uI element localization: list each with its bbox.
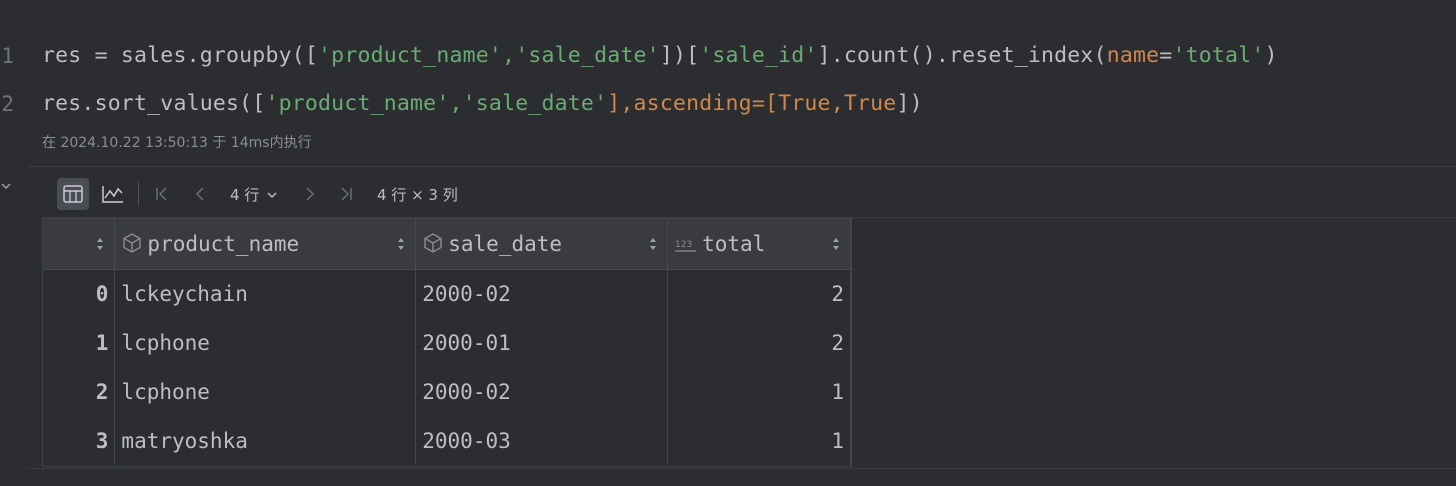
chevron-down-icon [1, 183, 11, 190]
column-header-label: product_name [147, 231, 300, 256]
column-header-total[interactable]: 123 total [667, 219, 851, 270]
sort-icon[interactable] [649, 236, 657, 252]
code-keyword: True [778, 91, 831, 116]
chevron-down-icon [267, 192, 277, 199]
last-page-icon [341, 187, 352, 201]
sort-icon[interactable] [832, 236, 840, 252]
toolbar-divider [138, 182, 139, 206]
column-header-index[interactable] [43, 219, 116, 270]
sort-icon[interactable] [397, 236, 405, 252]
column-header-product-name[interactable]: product_name [114, 219, 417, 270]
code-keyword-arg: ascending [633, 91, 752, 116]
table-shape-label: 4 行 × 3 列 [377, 186, 458, 204]
code-string: 'product_name' [265, 91, 450, 116]
cell-product-name[interactable]: lckeychain [114, 269, 417, 318]
cell-total[interactable]: 2 [667, 318, 851, 367]
output-bottom-border [28, 468, 1456, 486]
cell-product-name[interactable]: lcphone [114, 318, 417, 367]
chart-view-button[interactable] [97, 178, 129, 210]
code-string: 'product_name' [318, 43, 503, 68]
rows-per-page-select[interactable]: 4 行 [230, 184, 278, 205]
row-index: 3 [43, 416, 116, 465]
cell-sale-date[interactable]: 2000-03 [415, 416, 669, 465]
code-keyword-arg: name [1106, 43, 1160, 68]
code-line-2[interactable]: res.sort_values(['product_name','sale_da… [42, 91, 923, 116]
cube-icon [123, 232, 142, 253]
code-token: res = sales.groupby([ [42, 43, 319, 68]
prev-page-icon [195, 187, 204, 201]
cell-sale-date[interactable]: 2000-01 [415, 318, 669, 367]
editor-gutter [0, 0, 28, 486]
code-token: ])[ [659, 43, 700, 68]
code-keyword: True [843, 91, 897, 116]
chart-view-icon [102, 186, 123, 203]
code-string: 'sale_id' [699, 43, 818, 68]
output-toolbar: 4 行 4 行 × 3 列 [42, 170, 1456, 218]
collapse-output-toggle[interactable] [0, 180, 14, 194]
dataframe-table: product_name sale_date 123 total 0 lckey… [43, 219, 851, 465]
first-page-button[interactable] [152, 182, 172, 206]
table-row[interactable]: 1 lcphone 2000-01 2 [43, 318, 851, 367]
next-page-icon [306, 187, 315, 201]
last-page-button[interactable] [336, 182, 356, 206]
row-index: 1 [43, 318, 116, 367]
line-number-2: 2 [1, 92, 14, 116]
code-token: res.sort_values([ [42, 91, 266, 116]
table-header-row: product_name sale_date 123 total [43, 219, 851, 270]
code-token: ].count().reset_index( [817, 43, 1107, 68]
prev-page-button[interactable] [190, 182, 210, 206]
line-number-1: 1 [1, 44, 14, 68]
execution-info: 在 2024.10.22 13:50:13 于 14ms内执行 [42, 135, 312, 151]
result-table: product_name sale_date 123 total 0 lckey… [42, 218, 852, 467]
svg-text:123: 123 [675, 240, 692, 250]
column-header-label: total [702, 231, 766, 256]
code-token: =[ [751, 91, 779, 116]
code-token: , [830, 91, 844, 116]
first-page-icon [156, 187, 167, 201]
table-view-icon [63, 185, 83, 203]
code-string: 'sale_date' [462, 91, 608, 116]
code-token: ], [607, 91, 634, 116]
table-row[interactable]: 0 lckeychain 2000-02 2 [43, 269, 851, 318]
code-token: , [502, 43, 516, 68]
row-index: 0 [43, 269, 116, 318]
code-token: = [1159, 43, 1173, 68]
code-token: ]) [896, 91, 923, 116]
code-string: 'sale_date' [515, 43, 660, 68]
cell-sale-date[interactable]: 2000-02 [415, 367, 669, 416]
cell-sale-date[interactable]: 2000-02 [415, 269, 669, 318]
next-page-button[interactable] [300, 182, 320, 206]
row-index: 2 [43, 367, 116, 416]
table-view-button[interactable] [57, 178, 89, 210]
code-token: ) [1264, 43, 1278, 68]
code-token: , [449, 91, 463, 116]
cube-icon [424, 232, 442, 253]
table-row[interactable]: 3 matryoshka 2000-03 1 [43, 416, 851, 465]
cell-product-name[interactable]: lcphone [114, 367, 417, 416]
code-line-1[interactable]: res = sales.groupby(['product_name','sal… [42, 43, 1278, 68]
cell-total[interactable]: 1 [667, 416, 851, 465]
sort-icon[interactable] [96, 236, 104, 252]
cell-total[interactable]: 2 [667, 269, 851, 318]
cell-product-name[interactable]: matryoshka [114, 416, 417, 465]
rows-per-page-label: 4 行 [230, 186, 260, 204]
code-string: 'total' [1172, 43, 1265, 68]
numeric-123-icon: 123 [675, 240, 697, 252]
cell-total[interactable]: 1 [667, 367, 851, 416]
table-row[interactable]: 2 lcphone 2000-02 1 [43, 367, 851, 416]
column-header-label: sale_date [448, 231, 563, 256]
column-header-sale-date[interactable]: sale_date [415, 219, 669, 270]
